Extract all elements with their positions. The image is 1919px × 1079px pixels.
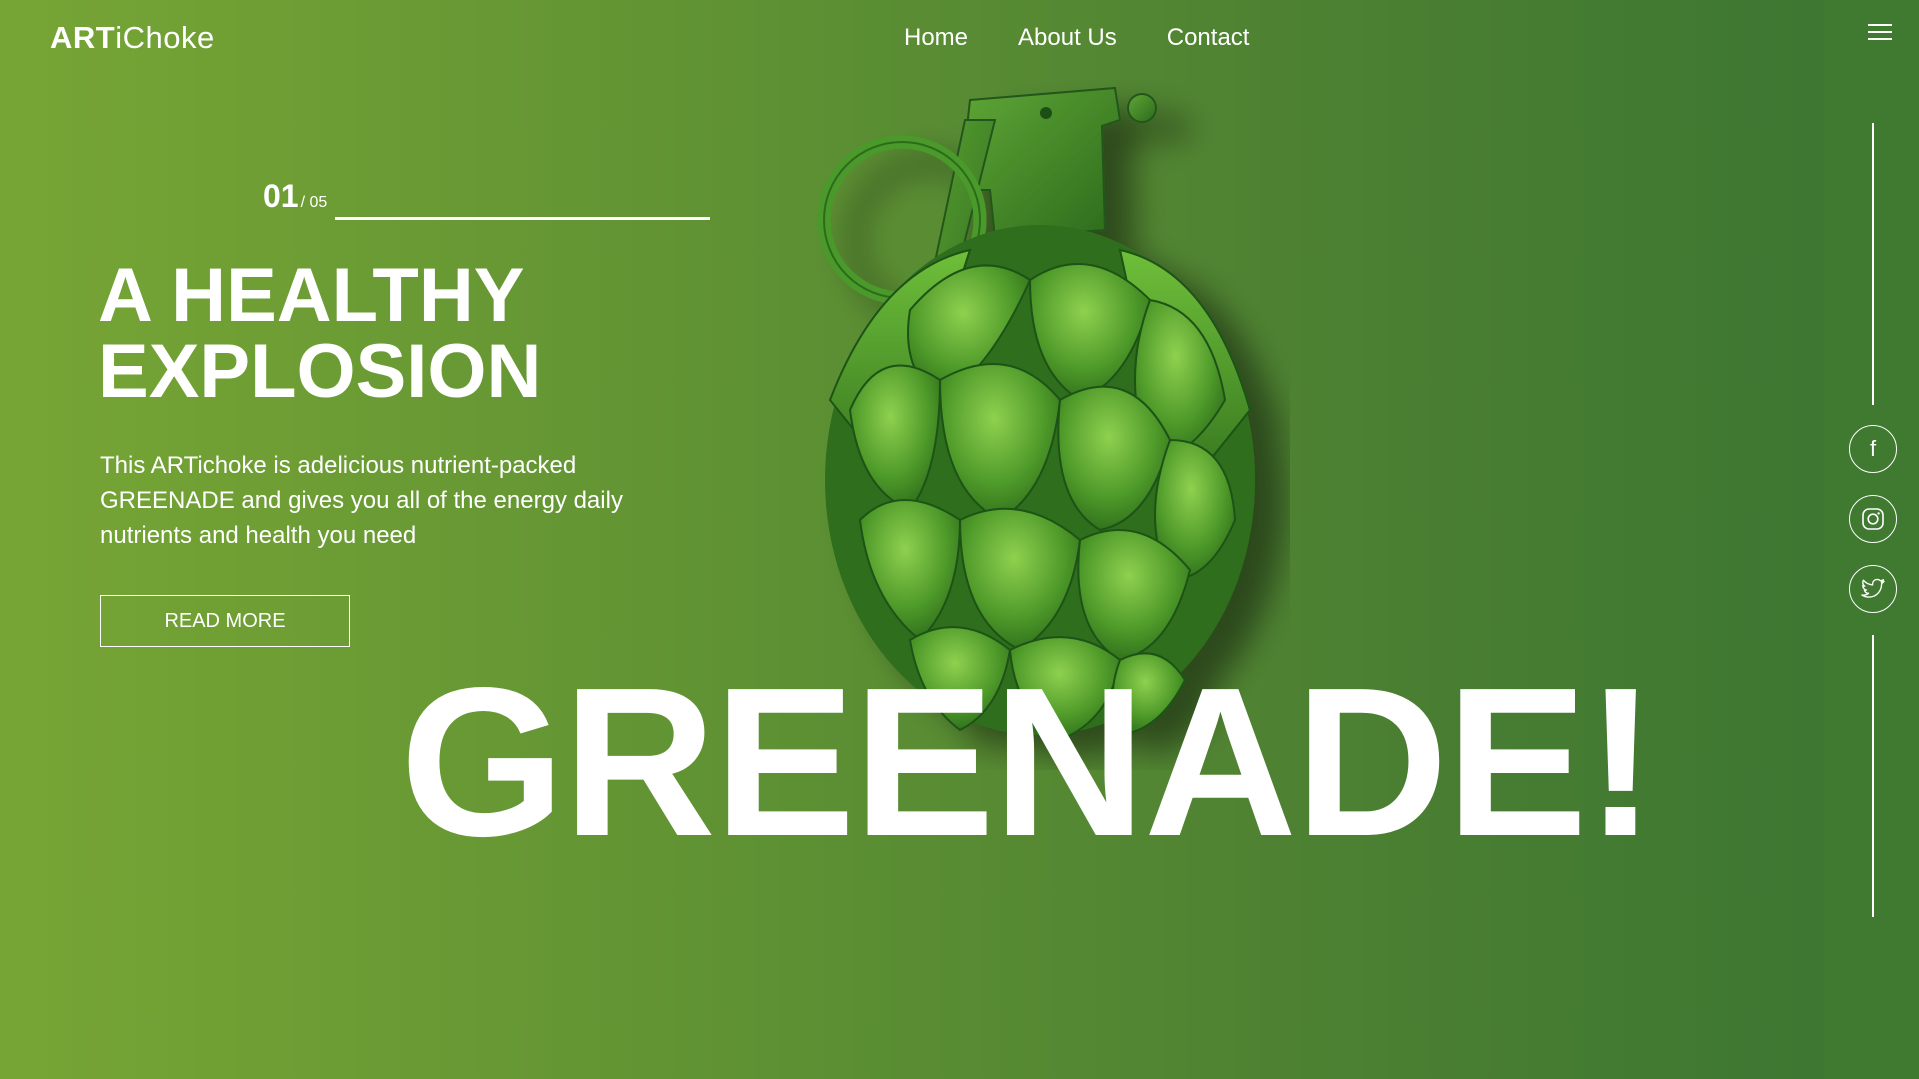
facebook-glyph: f — [1869, 436, 1877, 461]
slide-current: 01 — [263, 178, 299, 214]
headline-line-2: EXPLOSION — [98, 329, 542, 414]
rail-line-bottom — [1872, 635, 1874, 917]
landing-page: ARTiChoke Home About Us Contact 01 / 05 … — [0, 0, 1919, 1079]
instagram-glyph — [1862, 508, 1884, 530]
menu-bar — [1868, 31, 1892, 33]
twitter-icon[interactable] — [1849, 565, 1897, 613]
hero-description: This ARTichoke is adelicious nutrient-pa… — [100, 452, 623, 549]
logo-strong-text: ART — [50, 20, 116, 55]
menu-bar — [1868, 38, 1892, 40]
hamburger-menu-icon[interactable] — [1868, 24, 1892, 44]
read-more-button[interactable]: READ MORE — [100, 595, 350, 647]
slide-total: / 05 — [300, 194, 328, 211]
hero-headline: A HEALTHY EXPLOSION — [98, 258, 541, 410]
instagram-icon[interactable] — [1849, 495, 1897, 543]
nav-home[interactable]: Home — [904, 24, 968, 52]
rail-line-top — [1872, 123, 1874, 405]
nav-about-us[interactable]: About Us — [1018, 24, 1117, 52]
facebook-icon[interactable]: f — [1849, 425, 1897, 473]
twitter-glyph — [1861, 578, 1885, 598]
slide-progress-line — [335, 217, 710, 220]
main-nav: Home About Us Contact — [904, 24, 1249, 52]
nav-contact[interactable]: Contact — [1167, 24, 1250, 52]
logo[interactable]: ARTiChoke — [50, 20, 215, 56]
logo-light-text: iChoke — [115, 20, 215, 55]
headline-line-1: A HEALTHY — [98, 253, 525, 338]
hero-big-word: GREENADE! — [400, 643, 1656, 880]
slide-counter: 01 / 05 — [263, 178, 327, 215]
menu-bar — [1868, 24, 1892, 26]
